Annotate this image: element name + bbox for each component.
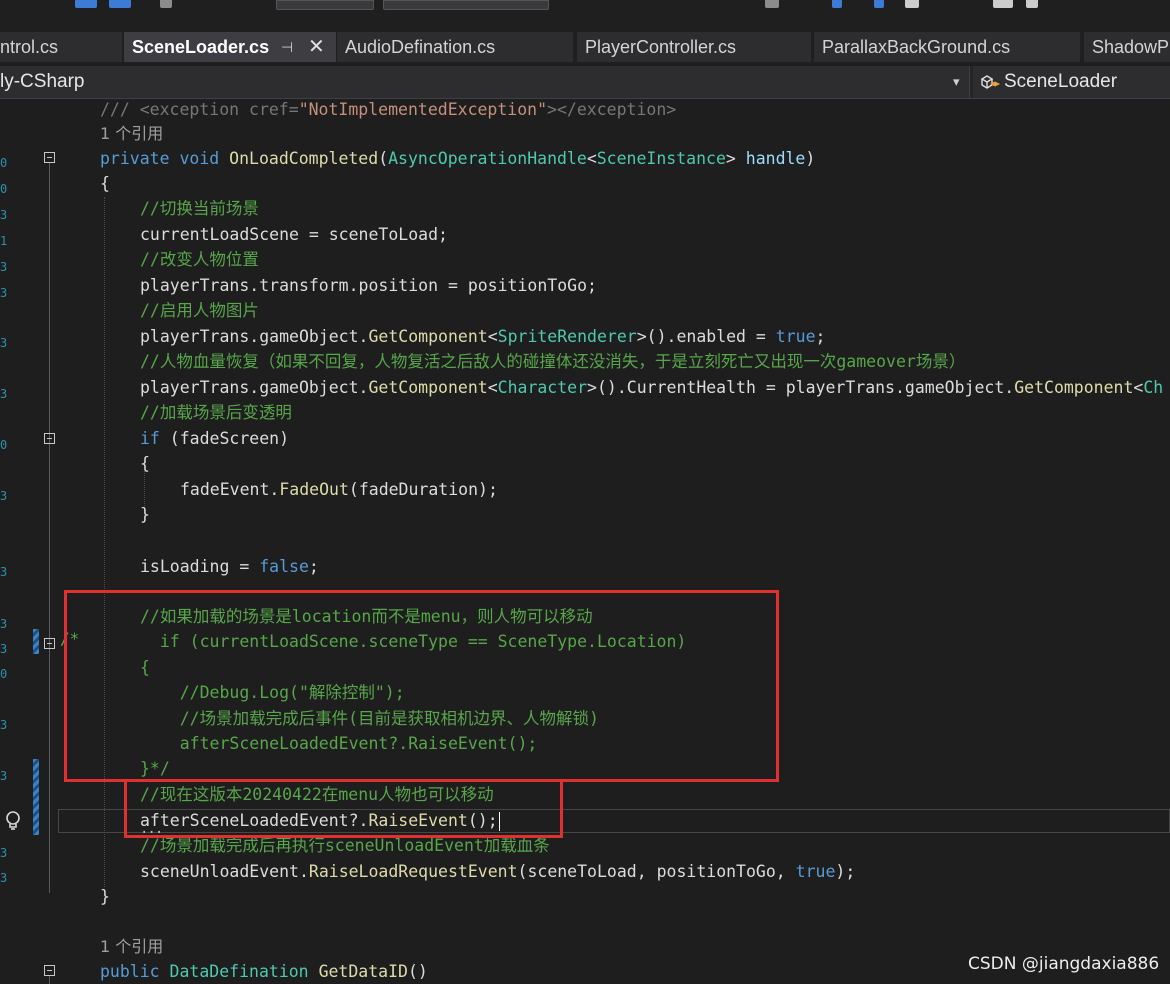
code-line: isLoading = false; (140, 557, 319, 576)
line-number: 3 (0, 336, 8, 350)
lightbulb-icon[interactable] (4, 810, 22, 832)
chevron-down-icon: ▾ (953, 74, 960, 89)
class-name: SceneLoader (1004, 71, 1118, 92)
tab-label: AudioDefination.cs (345, 37, 496, 57)
tab-control[interactable]: ntrol.cs (0, 32, 122, 62)
indent-guide (104, 197, 105, 887)
toolbar-dropdown[interactable] (276, 0, 374, 10)
code-line: currentLoadScene = sceneToLoad; (140, 225, 448, 244)
line-number: 0 (0, 438, 8, 452)
tab-shadow[interactable]: ShadowP (1084, 32, 1170, 62)
tab-label: ntrol.cs (0, 37, 59, 57)
code-comment: //改变人物位置 (140, 250, 259, 269)
toolbar (0, 0, 1170, 30)
project-dropdown[interactable]: ly-CSharp ▾ (0, 66, 970, 98)
collapse-icon[interactable] (44, 638, 55, 649)
toolbar-button[interactable] (874, 0, 884, 8)
code-line: { (140, 454, 150, 473)
annotation-box (124, 779, 563, 838)
code-line: playerTrans.gameObject.GetComponent<Char… (140, 378, 1164, 397)
line-number: 3 (0, 387, 8, 401)
line-number: 3 (0, 769, 8, 783)
collapse-icon[interactable] (44, 152, 55, 163)
document-tab-strip: ntrol.cs SceneLoader.cs ⊣ ✕ AudioDefinat… (0, 30, 1170, 66)
line-number: 0 (0, 182, 8, 196)
line-number: 0 (0, 667, 8, 681)
code-line: } (100, 887, 110, 906)
toolbar-button[interactable] (993, 0, 1013, 8)
code-line: playerTrans.gameObject.GetComponent<Spri… (140, 327, 826, 346)
tab-label: ParallaxBackGround.cs (822, 37, 1011, 57)
fold-line (49, 163, 50, 893)
toolbar-button[interactable] (1026, 0, 1038, 8)
code-editor[interactable]: 0 0 3 1 3 3 3 3 0 3 3 3 3 0 3 3 3 3 /* /… (0, 99, 1170, 984)
project-name: ly-CSharp (0, 71, 85, 92)
change-marker (33, 759, 39, 835)
line-number: 3 (0, 718, 8, 732)
line-number: 0 (0, 156, 8, 170)
annotation-box (64, 590, 779, 782)
line-number: 3 (0, 617, 8, 631)
pin-icon[interactable]: ⊣ (281, 32, 293, 62)
line-number: 3 (0, 286, 8, 300)
code-line: { (100, 174, 110, 193)
code-line: fadeEvent.FadeOut(fadeDuration); (180, 480, 498, 499)
collapse-icon[interactable] (44, 965, 55, 976)
code-line: private void OnLoadCompleted(AsyncOperat… (100, 149, 816, 168)
toolbar-button[interactable] (109, 0, 131, 8)
line-number: 3 (0, 642, 8, 656)
code-line: playerTrans.transform.position = positio… (140, 276, 597, 295)
code-line: /// <exception cref="NotImplementedExcep… (100, 100, 677, 119)
line-number: 1 (0, 234, 8, 248)
code-line: public DataDefination GetDataID() (100, 962, 428, 981)
watermark: CSDN @jiangdaxia886 (968, 954, 1160, 974)
tab-label: PlayerController.cs (585, 37, 737, 57)
toolbar-button[interactable] (905, 0, 919, 8)
line-number: 3 (0, 565, 8, 579)
tab-label: SceneLoader.cs (132, 37, 270, 57)
code-comment: //人物血量恢复（如果不回复，人物复活之后敌人的碰撞体还没消失，于是立刻死亡又出… (140, 352, 966, 371)
code-line: } (140, 505, 150, 524)
toolbar-dropdown[interactable] (383, 0, 549, 10)
line-number: 3 (0, 871, 8, 885)
collapse-icon[interactable] (44, 433, 55, 444)
close-icon[interactable]: ✕ (308, 32, 325, 62)
tab-parallaxbackground[interactable]: ParallaxBackGround.cs (814, 32, 1080, 62)
reference-count[interactable]: 1 个引用 (100, 121, 163, 146)
code-comment: //加载场景后变透明 (140, 403, 292, 422)
line-number: 3 (0, 489, 8, 503)
line-number: 3 (0, 846, 8, 860)
reference-count[interactable]: 1 个引用 (100, 934, 163, 959)
tab-playercontroller[interactable]: PlayerController.cs (577, 32, 811, 62)
type-dropdown[interactable]: SceneLoader (973, 66, 1170, 98)
navigation-bar: ly-CSharp ▾ SceneLoader (0, 66, 1170, 99)
code-comment: //启用人物图片 (140, 301, 259, 320)
toolbar-button[interactable] (765, 0, 779, 8)
code-line: sceneUnloadEvent.RaiseLoadRequestEvent(s… (140, 862, 856, 881)
line-number: 3 (0, 208, 8, 222)
toolbar-button[interactable] (160, 0, 172, 8)
code-line: if (fadeScreen) (140, 429, 290, 448)
class-icon (980, 75, 1001, 89)
fold-line (49, 976, 50, 984)
code-comment: //切换当前场景 (140, 199, 259, 218)
tab-audiodefination[interactable]: AudioDefination.cs (337, 32, 573, 62)
tab-label: ShadowP (1092, 37, 1170, 57)
change-marker (33, 629, 39, 654)
toolbar-button[interactable] (75, 0, 97, 8)
toolbar-button[interactable] (832, 0, 842, 8)
line-number: 3 (0, 260, 8, 274)
tab-sceneloader[interactable]: SceneLoader.cs ⊣ ✕ (124, 32, 336, 62)
